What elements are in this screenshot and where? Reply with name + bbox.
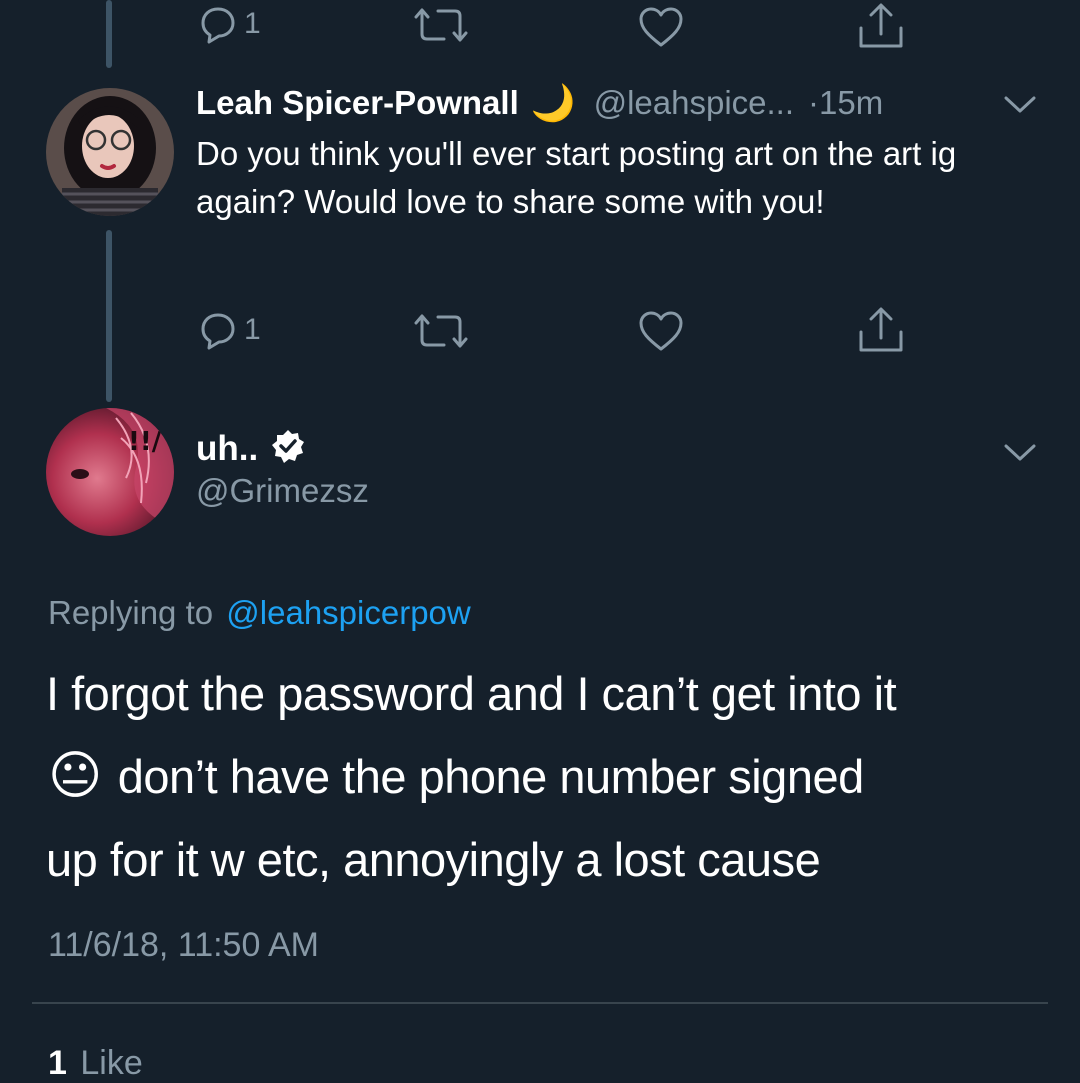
- main-tweet-name-row: uh..: [196, 428, 306, 469]
- tweet-timestamp: 11/6/18, 11:50 AM: [48, 926, 319, 964]
- avatar-grimes[interactable]: !!/: [46, 408, 174, 536]
- parent-more-button[interactable]: [1000, 90, 1040, 123]
- divider: [32, 1002, 1048, 1004]
- reply-icon: [198, 310, 238, 350]
- replying-to: Replying to @leahspicerpow: [48, 594, 471, 632]
- avatar-leah[interactable]: [46, 88, 174, 216]
- main-more-button[interactable]: [1000, 438, 1040, 471]
- reply-button-top[interactable]: 1: [198, 4, 261, 44]
- likes-label: Like: [80, 1044, 143, 1082]
- retweet-icon: [414, 312, 468, 350]
- chevron-down-icon: [1000, 444, 1040, 470]
- main-tweet-handle[interactable]: @Grimezsz: [196, 472, 369, 510]
- share-button-top[interactable]: [858, 2, 904, 50]
- like-button-top[interactable]: [638, 6, 684, 48]
- chevron-down-icon: [1000, 96, 1040, 122]
- moon-emoji: 🌙: [530, 82, 576, 123]
- reply-count: 1: [244, 7, 261, 40]
- share-button[interactable]: [858, 306, 904, 354]
- tweet-text-line-1: I forgot the password and I can’t get in…: [46, 667, 897, 720]
- heart-icon: [638, 6, 684, 48]
- reply-count: 1: [244, 313, 261, 346]
- verified-badge-icon: [270, 428, 306, 469]
- likes-summary[interactable]: 1 Like: [48, 1044, 143, 1083]
- share-icon: [858, 2, 904, 50]
- handle[interactable]: @leahspice...: [594, 84, 794, 122]
- likes-count: 1: [48, 1044, 67, 1082]
- like-button[interactable]: [638, 310, 684, 352]
- tweet-text-line-2: 😐 don’t have the phone number signed: [46, 735, 1056, 818]
- display-name[interactable]: Leah Spicer-Pownall: [196, 84, 519, 122]
- reply-button[interactable]: 1: [198, 310, 261, 350]
- tweet-text-line-2-text: don’t have the phone number signed: [117, 750, 865, 803]
- display-name[interactable]: uh..: [196, 429, 258, 469]
- tweet-text-line-3: up for it w etc, annoyingly a lost cause: [46, 833, 821, 886]
- thread-connector-middle: [106, 230, 112, 402]
- main-tweet-text: I forgot the password and I can’t get in…: [46, 652, 1056, 901]
- parent-tweet-header: Leah Spicer-Pownall 🌙 @leahspice... ·15m: [196, 82, 883, 124]
- neutral-face-emoji: 😐: [48, 747, 102, 805]
- parent-tweet-text: Do you think you'll ever start posting a…: [196, 135, 957, 220]
- reply-icon: [198, 4, 238, 44]
- timestamp: ·15m: [808, 84, 884, 121]
- replying-to-prefix: Replying to: [48, 594, 214, 631]
- svg-text:!!/: !!/: [128, 427, 162, 457]
- replying-to-handle[interactable]: @leahspicerpow: [226, 594, 470, 631]
- thread-connector-top: [106, 0, 112, 68]
- retweet-button[interactable]: [414, 312, 468, 350]
- share-icon: [858, 306, 904, 354]
- retweet-icon: [414, 6, 468, 44]
- retweet-button-top[interactable]: [414, 6, 468, 44]
- heart-icon: [638, 310, 684, 352]
